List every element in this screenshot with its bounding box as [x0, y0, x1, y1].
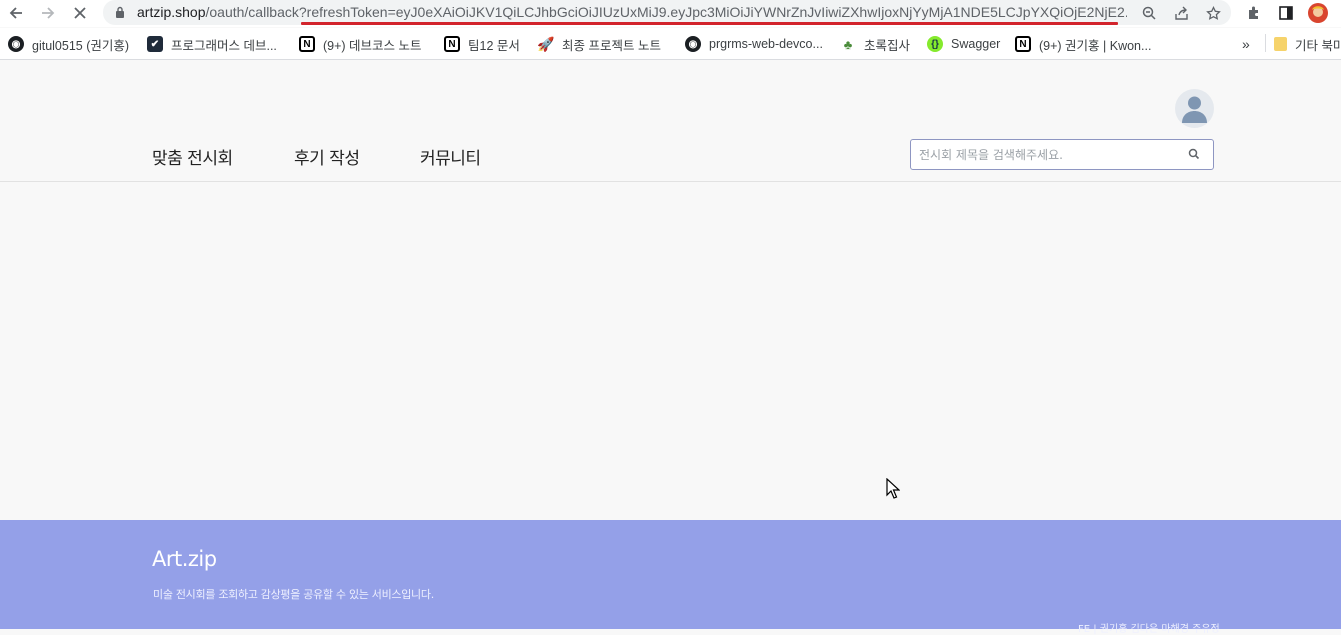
- footer-description: 미술 전시회를 조회하고 감상평을 공유할 수 있는 서비스입니다.: [153, 588, 434, 601]
- side-panel-icon[interactable]: [1275, 2, 1297, 24]
- bookmark-item[interactable]: N (9+) 권기홍 | Kwon...: [1015, 34, 1151, 54]
- site-header: 맞춤 전시회 후기 작성 커뮤니티: [0, 61, 1341, 182]
- url-highlight-underline: [301, 22, 1118, 25]
- rocket-icon: 🚀: [537, 35, 555, 52]
- extensions-icon[interactable]: [1243, 2, 1265, 24]
- main-content: [0, 182, 1341, 520]
- other-bookmarks-folder[interactable]: 기타 북마: [1274, 34, 1341, 54]
- bookmark-label: 초록집사: [864, 38, 911, 53]
- search-icon[interactable]: [1187, 147, 1201, 161]
- bookmark-label: (9+) 데브코스 노트: [323, 38, 422, 53]
- notion-icon: N: [444, 36, 460, 52]
- github-icon: ◉: [8, 36, 24, 52]
- footer-credit: FE | 권기홍 김다은 마해경 주유정: [1078, 624, 1220, 635]
- bookmark-item[interactable]: ◉ gitul0515 (권기홍): [8, 34, 129, 54]
- search-input[interactable]: [919, 145, 1179, 165]
- user-icon: [1182, 96, 1207, 123]
- bookmark-label: 프로그래머스 데브...: [171, 38, 277, 53]
- swagger-icon: {}: [927, 36, 943, 52]
- bookmark-item[interactable]: N 팀12 문서: [444, 34, 520, 54]
- search-box: [910, 139, 1214, 170]
- github-icon: ◉: [685, 36, 701, 52]
- notion-icon: N: [1015, 36, 1031, 52]
- bookmark-item[interactable]: ◉ prgrms-web-devco...: [685, 34, 823, 54]
- stop-loading-icon[interactable]: [68, 2, 92, 24]
- nav-custom-exhibitions[interactable]: 맞춤 전시회: [152, 144, 233, 169]
- programmers-icon: ✔: [147, 36, 163, 52]
- footer-logo[interactable]: Art.zip: [152, 547, 217, 571]
- bookmark-star-icon[interactable]: [1202, 2, 1224, 24]
- share-icon[interactable]: [1170, 2, 1192, 24]
- notion-icon: N: [299, 36, 315, 52]
- site-footer: Art.zip 미술 전시회를 조회하고 감상평을 공유할 수 있는 서비스입니…: [0, 520, 1341, 635]
- bookmark-item[interactable]: ♣ 초록집사: [840, 34, 910, 54]
- bookmark-label: prgrms-web-devco...: [709, 37, 823, 51]
- url-text: artzip.shop/oauth/callback?refreshToken=…: [137, 4, 1127, 20]
- nav-community[interactable]: 커뮤니티: [420, 144, 481, 169]
- bookmark-label: gitul0515 (권기홍): [32, 38, 130, 53]
- nav-write-review[interactable]: 후기 작성: [294, 144, 360, 169]
- profile-avatar-icon[interactable]: [1307, 2, 1329, 24]
- more-bookmarks-button[interactable]: »: [1242, 34, 1250, 54]
- bookmark-item[interactable]: {} Swagger: [927, 34, 1000, 54]
- forward-arrow-icon[interactable]: [36, 2, 60, 24]
- lock-icon: [116, 6, 124, 18]
- browser-toolbar: artzip.shop/oauth/callback?refreshToken=…: [0, 0, 1341, 27]
- bookmark-label: Swagger: [951, 37, 1001, 51]
- user-avatar[interactable]: [1175, 89, 1214, 128]
- bookmark-item[interactable]: 🚀 최종 프로젝트 노트: [537, 34, 661, 54]
- bookmark-item[interactable]: ✔ 프로그래머스 데브...: [147, 34, 277, 54]
- folder-icon: [1274, 37, 1287, 51]
- other-bookmarks-label: 기타 북마: [1295, 38, 1341, 53]
- bookmark-label: (9+) 권기홍 | Kwon...: [1039, 38, 1152, 53]
- bookmarks-divider: [1265, 34, 1266, 52]
- url-host: artzip.shop: [137, 4, 206, 20]
- bookmark-label: 팀12 문서: [468, 38, 520, 53]
- url-path: /oauth/callback?refreshToken=eyJ0eXAiOiJ…: [205, 4, 1127, 20]
- plant-icon: ♣: [843, 36, 853, 52]
- zoom-icon[interactable]: [1138, 2, 1160, 24]
- mouse-cursor-icon: [886, 478, 900, 499]
- back-arrow-icon[interactable]: [4, 2, 28, 24]
- bookmarks-bar: ◉ gitul0515 (권기홍) ✔ 프로그래머스 데브... N (9+) 데브코…: [0, 28, 1341, 60]
- bookmark-label: 최종 프로젝트 노트: [562, 38, 661, 53]
- bookmark-item[interactable]: N (9+) 데브코스 노트: [299, 34, 422, 54]
